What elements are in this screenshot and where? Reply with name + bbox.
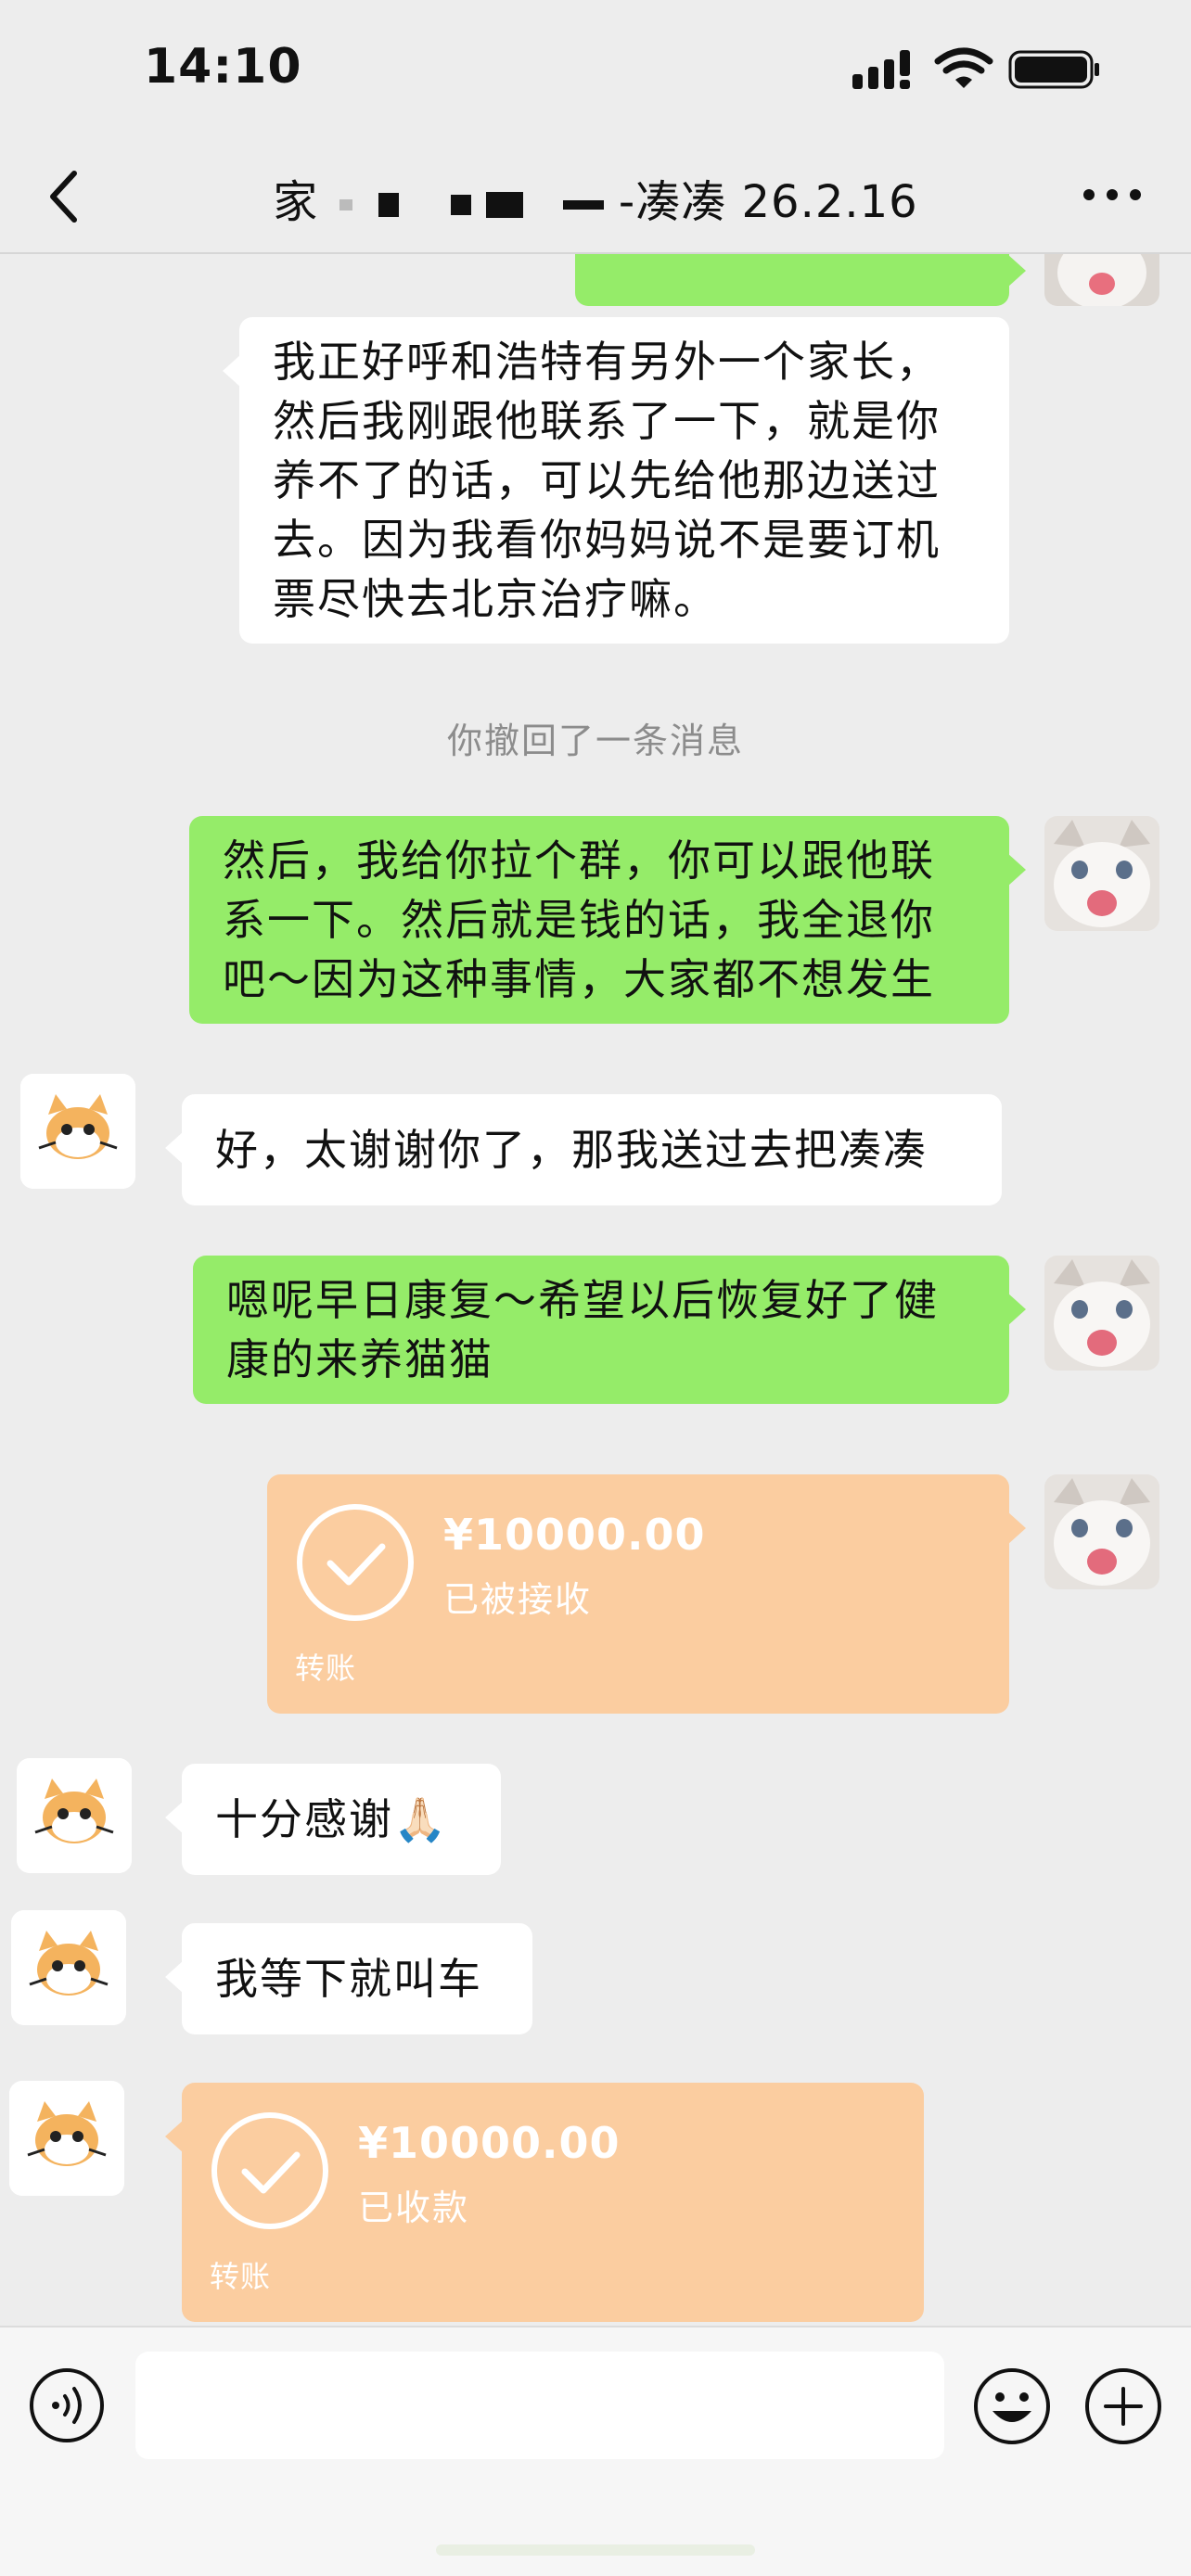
chat-title-suffix: -凑凑 26.2.16 [618, 176, 918, 228]
message-text: 然后，我给你拉个群，你可以跟他联系一下。然后就是钱的话，我全退你吧～因为这种事情… [223, 835, 935, 1004]
message-text: 嗯呢早日康复～希望以后恢复好了健康的来养猫猫 [226, 1275, 939, 1384]
avatar-other[interactable] [20, 1074, 135, 1189]
emoji-icon[interactable] [972, 2366, 1052, 2446]
message-text: 十分感谢🙏🏻 [215, 1794, 449, 1844]
transfer-amount: ¥10000.00 [443, 1510, 706, 1560]
transfer-card[interactable]: ¥10000.00 已被接收 转账 [267, 1474, 1026, 1714]
redaction-mark [562, 200, 604, 210]
home-indicator [436, 2544, 755, 2556]
chat-area[interactable]: 我正好呼和浩特有另外一个家长，然后我刚跟他联系了一下，就是你养不了的话，可以先给… [0, 254, 1191, 2326]
chat-title-prefix: 家 [273, 176, 319, 228]
redaction-mark [339, 199, 352, 210]
avatar-other[interactable] [9, 2081, 124, 2196]
checkmark-circle-icon [210, 2111, 330, 2231]
avatar-other[interactable] [17, 1758, 132, 1873]
redaction-mark [451, 195, 472, 215]
cellular-signal-icon [852, 50, 910, 89]
transfer-status: 已收款 [358, 2187, 470, 2228]
status-icons [852, 46, 1103, 93]
redaction-mark [378, 193, 399, 217]
avatar-self[interactable] [1044, 1256, 1159, 1371]
message-bubble[interactable]: 十分感谢🙏🏻 [165, 1764, 501, 1875]
transfer-label: 转账 [295, 1651, 357, 1686]
status-bar: 14:10 [0, 0, 1191, 139]
battery-icon [1008, 50, 1099, 89]
message-bubble[interactable]: 好，太谢谢你了，那我送过去把凑凑 [165, 1094, 1002, 1205]
status-time: 14:10 [144, 39, 302, 95]
checkmark-circle-icon [295, 1502, 416, 1623]
message-text: 好，太谢谢你了，那我送过去把凑凑 [215, 1125, 928, 1175]
avatar-self[interactable] [1044, 1474, 1159, 1589]
avatar-self[interactable] [1044, 816, 1159, 931]
wifi-icon [934, 47, 993, 88]
message-text: 我正好呼和浩特有另外一个家长，然后我刚跟他联系了一下，就是你养不了的话，可以先给… [273, 337, 941, 624]
transfer-label: 转账 [210, 2259, 272, 2294]
avatar-other[interactable] [11, 1910, 126, 2025]
avatar-self[interactable] [1044, 254, 1159, 306]
more-icon[interactable] [1080, 176, 1145, 213]
message-input[interactable] [135, 2352, 944, 2459]
message-bubble[interactable]: 嗯呢早日康复～希望以后恢复好了健康的来养猫猫 [193, 1256, 1026, 1404]
transfer-card[interactable]: ¥10000.00 已收款 转账 [165, 2083, 924, 2322]
message-bubble[interactable]: 然后，我给你拉个群，你可以跟他联系一下。然后就是钱的话，我全退你吧～因为这种事情… [189, 816, 1026, 1024]
chat-title: 家 -凑凑 26.2.16 [0, 165, 1191, 230]
message-bubble[interactable]: 我正好呼和浩特有另外一个家长，然后我刚跟他联系了一下，就是你养不了的话，可以先给… [223, 317, 1009, 644]
redaction-mark [486, 192, 524, 218]
transfer-amount: ¥10000.00 [358, 2118, 621, 2168]
input-bar [0, 2326, 1191, 2576]
message-bubble[interactable]: 我等下就叫车 [165, 1923, 532, 2034]
voice-icon[interactable] [28, 2366, 106, 2444]
plus-icon[interactable] [1083, 2366, 1163, 2446]
system-message: 你撤回了一条消息 [446, 721, 744, 761]
message-text: 我等下就叫车 [215, 1954, 482, 2004]
nav-bar: 家 -凑凑 26.2.16 [0, 139, 1191, 255]
message-bubble-partial[interactable] [575, 254, 1026, 306]
transfer-status: 已被接收 [443, 1579, 593, 1620]
